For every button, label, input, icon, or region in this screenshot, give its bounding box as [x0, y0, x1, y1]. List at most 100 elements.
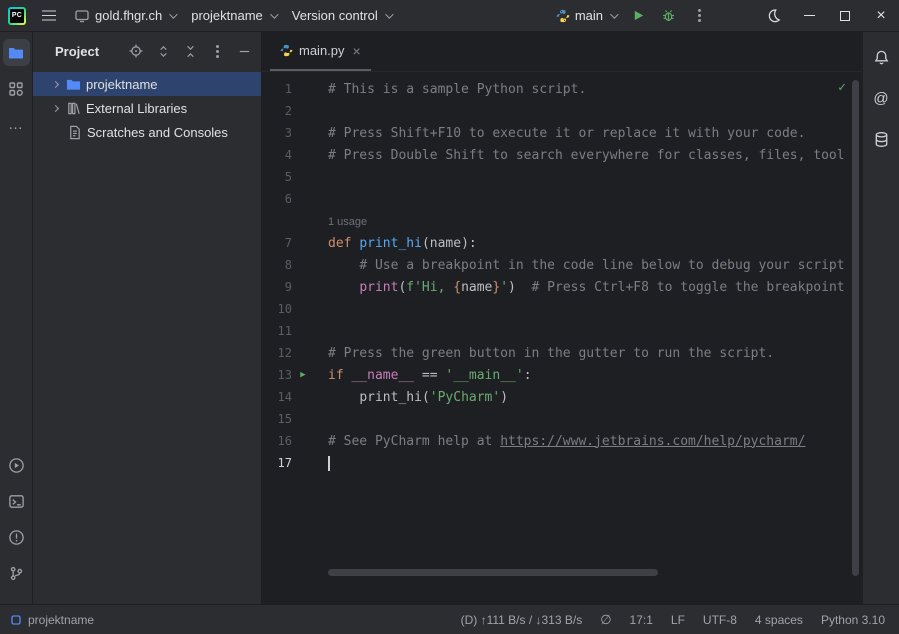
tree-item-scratches[interactable]: Scratches and Consoles	[33, 120, 261, 144]
expand-all-button[interactable]	[154, 42, 172, 60]
run-circle-icon	[8, 457, 25, 474]
line-number[interactable]: 8	[262, 258, 292, 272]
line-number[interactable]: 7	[262, 236, 292, 250]
collapse-all-button[interactable]	[181, 42, 199, 60]
code-editor[interactable]: 1# This is a sample Python script. 2 3# Pr…	[262, 72, 862, 604]
run-tool-button[interactable]	[3, 452, 30, 479]
python-icon	[280, 44, 293, 57]
tree-item-label: Scratches and Consoles	[87, 125, 228, 140]
code-text: # See PyCharm help at https://www.jetbra…	[314, 434, 805, 449]
moon-icon	[766, 8, 781, 23]
moon-button[interactable]	[755, 0, 791, 32]
main-menu-button[interactable]	[32, 0, 66, 32]
code-text: if __name__ == '__main__':	[314, 368, 532, 383]
tree-item-external-libraries[interactable]: External Libraries	[33, 96, 261, 120]
line-number[interactable]: 3	[262, 126, 292, 140]
line-number[interactable]: 9	[262, 280, 292, 294]
caret-position-widget[interactable]: 17:1	[630, 613, 653, 627]
editor-tabbar: main.py ×	[262, 32, 862, 72]
code-line[interactable]: 5	[262, 166, 862, 188]
highlighting-off-icon[interactable]: ∅	[600, 612, 611, 628]
text-caret	[328, 456, 330, 471]
encoding-widget[interactable]: UTF-8	[703, 613, 737, 627]
run-config-selector[interactable]: main	[548, 0, 624, 32]
code-line[interactable]: 1# This is a sample Python script.	[262, 78, 862, 100]
hamburger-icon	[42, 15, 56, 17]
code-line[interactable]: 2	[262, 100, 862, 122]
structure-icon	[8, 81, 24, 97]
vcs-selector[interactable]: Version control	[284, 0, 399, 32]
code-line[interactable]: 8 # Use a breakpoint in the code line be…	[262, 254, 862, 276]
tree-item-projektname[interactable]: projektname	[33, 72, 261, 96]
ai-assistant-button[interactable]: @	[868, 85, 895, 112]
more-tools-button[interactable]: …	[3, 111, 30, 138]
line-number[interactable]: 2	[262, 104, 292, 118]
minimize-button[interactable]	[791, 0, 827, 32]
vcs-tool-button[interactable]	[3, 560, 30, 587]
terminal-tool-button[interactable]	[3, 488, 30, 515]
remote-host-selector[interactable]: gold.fhgr.ch	[66, 0, 183, 32]
code-line[interactable]: 15	[262, 408, 862, 430]
code-line[interactable]: 11	[262, 320, 862, 342]
terminal-icon	[8, 493, 25, 510]
bell-icon	[873, 49, 890, 66]
project-tool-button[interactable]	[3, 39, 30, 66]
panel-options-button[interactable]	[208, 42, 226, 60]
line-number[interactable]: 17	[262, 456, 292, 470]
horizontal-scrollbar[interactable]	[328, 569, 658, 576]
database-button[interactable]	[868, 126, 895, 153]
code-line[interactable]: 14 print_hi('PyCharm')	[262, 386, 862, 408]
line-number[interactable]: 6	[262, 192, 292, 206]
line-separator-widget[interactable]: LF	[671, 613, 685, 627]
line-number[interactable]: 13	[262, 368, 292, 382]
locate-file-button[interactable]	[127, 42, 145, 60]
line-number[interactable]: 4	[262, 148, 292, 162]
indent-widget[interactable]: 4 spaces	[755, 613, 803, 627]
hide-panel-button[interactable]	[235, 42, 253, 60]
code-line[interactable]: 1 usage	[262, 210, 862, 232]
line-number[interactable]: 16	[262, 434, 292, 448]
problems-tool-button[interactable]	[3, 524, 30, 551]
structure-tool-button[interactable]	[3, 75, 30, 102]
tree-item-label: External Libraries	[86, 101, 187, 116]
gutter-run-icon[interactable]: ▶	[292, 370, 314, 380]
code-line[interactable]: 12# Press the green button in the gutter…	[262, 342, 862, 364]
code-line[interactable]: 13▶if __name__ == '__main__':	[262, 364, 862, 386]
line-number[interactable]: 10	[262, 302, 292, 316]
notifications-button[interactable]	[868, 44, 895, 71]
code-line[interactable]: 6	[262, 188, 862, 210]
tab-close-icon[interactable]: ×	[353, 44, 361, 58]
remote-host-icon	[74, 8, 90, 24]
code-line[interactable]: 17	[262, 452, 862, 474]
line-number[interactable]: 5	[262, 170, 292, 184]
interpreter-widget[interactable]: Python 3.10	[821, 613, 885, 627]
line-number[interactable]: 14	[262, 390, 292, 404]
code-line[interactable]: 16 # See PyCharm help at https://www.jetb…	[262, 430, 862, 452]
code-line[interactable]: 7 def print_hi(name):	[262, 232, 862, 254]
vertical-scrollbar[interactable]	[852, 80, 859, 576]
inspections-check-icon[interactable]: ✓	[838, 80, 846, 95]
line-number[interactable]: 11	[262, 324, 292, 338]
code-line[interactable]: 4# Press Double Shift to search everywhe…	[262, 144, 862, 166]
code-line[interactable]: 9 print(f'Hi, {name}') # Press Ctrl+F8 t…	[262, 276, 862, 298]
line-number[interactable]: 12	[262, 346, 292, 360]
line-number[interactable]: 15	[262, 412, 292, 426]
tab-options-button[interactable]	[836, 44, 848, 59]
tab-main-py[interactable]: main.py ×	[270, 32, 371, 71]
titlebar-more-button[interactable]	[684, 0, 715, 32]
maximize-button[interactable]	[827, 0, 863, 32]
run-button[interactable]	[624, 0, 653, 32]
debug-button[interactable]	[653, 0, 684, 32]
kebab-icon	[698, 14, 701, 17]
code-line[interactable]: 10	[262, 298, 862, 320]
line-number[interactable]: 1	[262, 82, 292, 96]
tab-label: main.py	[299, 43, 345, 58]
network-widget[interactable]: (D) ↑111 B/s / ↓313 B/s	[461, 613, 583, 627]
kebab-icon	[216, 50, 219, 53]
project-status-widget[interactable]: projektname	[10, 613, 94, 627]
code-line[interactable]: 3# Press Shift+F10 to execute it or repl…	[262, 122, 862, 144]
close-button[interactable]: ×	[863, 0, 899, 32]
project-selector[interactable]: projektname	[183, 0, 284, 32]
code-text: def print_hi(name):	[314, 236, 477, 251]
close-icon: ×	[876, 8, 885, 24]
